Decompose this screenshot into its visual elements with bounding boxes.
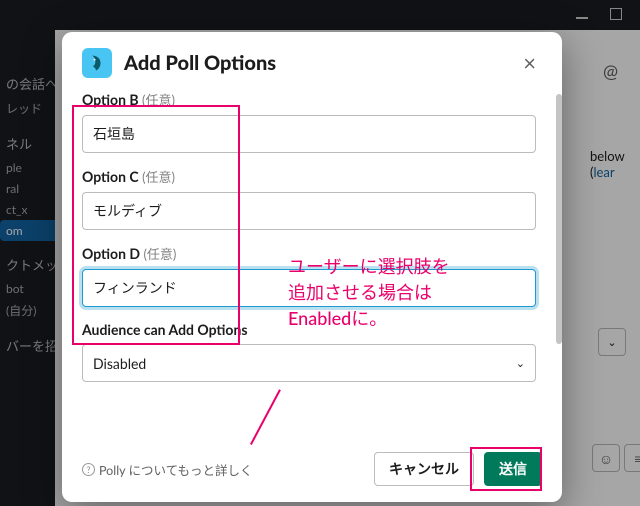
- option-d-label: Option D (任意): [82, 244, 536, 263]
- option-b-input[interactable]: [82, 115, 536, 153]
- modal-body-inner: Option B (任意) Option C (任意) Option D (任意…: [62, 90, 556, 442]
- modal-header: Add Poll Options ×: [62, 32, 562, 90]
- polly-app-icon: [82, 48, 112, 78]
- option-d-field: Option D (任意): [82, 244, 536, 307]
- chevron-down-icon: ⌄: [516, 357, 525, 370]
- option-c-label: Option C (任意): [82, 167, 536, 186]
- audience-label: Audience can Add Options: [82, 321, 536, 338]
- help-icon: ?: [82, 463, 95, 476]
- scrollbar[interactable]: [556, 94, 562, 344]
- optional-hint: (任意): [142, 92, 175, 108]
- modal-title: Add Poll Options: [124, 51, 517, 75]
- submit-button[interactable]: 送信: [484, 452, 542, 486]
- option-c-field: Option C (任意): [82, 167, 536, 230]
- option-c-label-text: Option C: [82, 168, 139, 185]
- close-icon: ×: [523, 49, 536, 76]
- close-button[interactable]: ×: [517, 50, 542, 76]
- modal-footer: ? Polly についてもっと詳しく キャンセル 送信: [62, 442, 562, 502]
- optional-hint: (任意): [143, 246, 176, 262]
- audience-select[interactable]: Disabled ⌄: [82, 344, 536, 382]
- option-d-input[interactable]: [82, 269, 536, 307]
- option-c-input[interactable]: [82, 192, 536, 230]
- modal-body: Option B (任意) Option C (任意) Option D (任意…: [62, 90, 562, 442]
- option-b-label: Option B (任意): [82, 90, 536, 109]
- cancel-button[interactable]: キャンセル: [374, 452, 474, 486]
- option-b-field: Option B (任意): [82, 90, 536, 153]
- add-poll-options-modal: Add Poll Options × Option B (任意) Option …: [62, 32, 562, 502]
- parrot-icon: [87, 53, 107, 73]
- polly-more-link[interactable]: ? Polly についてもっと詳しく: [82, 460, 364, 479]
- audience-value: Disabled: [93, 355, 146, 372]
- option-d-label-text: Option D: [82, 245, 140, 262]
- audience-field: Audience can Add Options Disabled ⌄: [82, 321, 536, 382]
- polly-more-text: Polly についてもっと詳しく: [99, 460, 253, 479]
- optional-hint: (任意): [142, 169, 175, 185]
- option-b-label-text: Option B: [82, 91, 139, 108]
